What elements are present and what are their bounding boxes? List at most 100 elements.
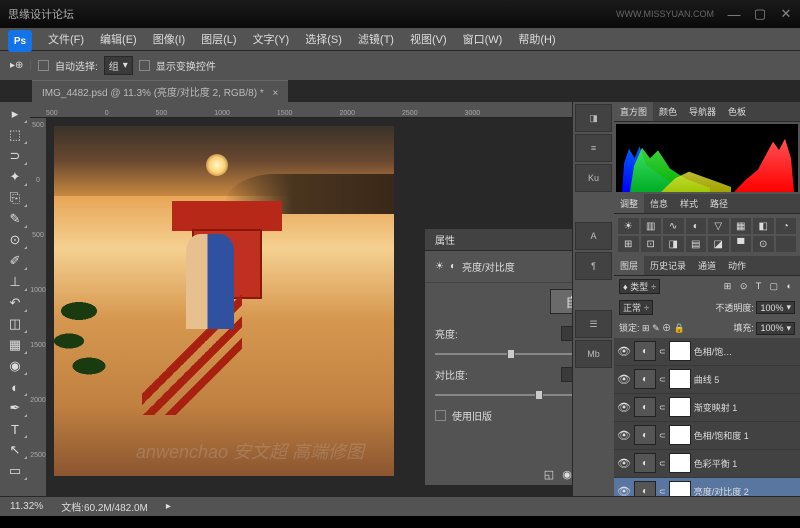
tab-color[interactable]: 颜色 [653,102,683,121]
marquee-tool[interactable]: ⬚ [2,125,28,145]
layer-row[interactable]: 👁◐⊂色相/饱… [614,338,800,366]
adj-poster-icon[interactable]: ▤ [686,236,707,252]
dock-btn-2[interactable]: ≡ [575,134,612,162]
adj-curves-icon[interactable]: ∿ [663,218,684,234]
clip-layer-icon[interactable]: ◱ [544,468,554,481]
contrast-field[interactable]: 21 [561,367,572,382]
dock-btn-4[interactable]: A [575,222,612,250]
layer-row[interactable]: 👁◐⊂渐变映射 1 [614,394,800,422]
brush-tool[interactable]: ✐ [2,251,28,271]
menu-view[interactable]: 视图(V) [402,31,455,47]
eraser-tool[interactable]: ◫ [2,314,28,334]
pen-tool[interactable]: ✒ [2,398,28,418]
move-tool[interactable]: ▸ [2,104,28,124]
fill-field[interactable]: 100%▾ [756,322,795,335]
adj-grad-icon[interactable]: ▀ [731,236,752,252]
dock-btn-5[interactable]: ¶ [575,252,612,280]
wand-tool[interactable]: ✦ [2,167,28,187]
dodge-tool[interactable]: ◐ [2,377,28,397]
move-tool-icon[interactable]: ▸⊕ [10,60,23,71]
tab-navigator[interactable]: 导航器 [683,102,722,121]
brightness-field[interactable]: -19 [561,326,572,341]
layer-row[interactable]: 👁◐⊂亮度/对比度 2 [614,478,800,497]
adj-thresh-icon[interactable]: ◪ [708,236,729,252]
layer-mask-thumb[interactable] [669,481,691,496]
opacity-field[interactable]: 100%▾ [756,301,795,314]
adj-levels-icon[interactable]: ▥ [641,218,662,234]
history-brush-tool[interactable]: ↶ [2,293,28,313]
menu-edit[interactable]: 编辑(E) [92,31,145,47]
dock-btn-6[interactable]: ☰ [575,310,612,338]
menu-filter[interactable]: 滤镜(T) [350,31,402,47]
visibility-icon[interactable]: 👁 [617,373,631,386]
menu-file[interactable]: 文件(F) [40,31,92,47]
type-tool[interactable]: T [2,419,28,439]
tab-adjustments[interactable]: 调整 [614,194,644,213]
legacy-checkbox[interactable] [435,410,446,421]
tab-layers[interactable]: 图层 [614,256,644,275]
image-view[interactable]: anwenchao 安文超 高端修图 属性▾≡ ☀◐亮度/对比度 自动 亮度:-… [46,118,572,496]
adj-photo-icon[interactable]: ◔ [776,218,797,234]
layer-mask-thumb[interactable] [669,397,691,417]
layer-mask-thumb[interactable] [669,369,691,389]
menu-window[interactable]: 窗口(W) [455,31,511,47]
layer-mask-thumb[interactable] [669,453,691,473]
dock-btn-1[interactable]: ◨ [575,104,612,132]
menu-select[interactable]: 选择(S) [297,31,350,47]
path-tool[interactable]: ↖ [2,440,28,460]
layer-filter-icons[interactable]: ⊞ ⊙ T ▢ ◐ [724,281,795,292]
adj-brightness-icon[interactable]: ☀ [618,218,639,234]
layer-thumb[interactable]: ◐ [634,397,656,417]
close-icon[interactable]: ✕ [780,8,792,20]
layer-thumb[interactable]: ◐ [634,341,656,361]
auto-select-dropdown[interactable]: 组▾ [104,56,133,75]
menu-type[interactable]: 文字(Y) [245,31,298,47]
auto-button[interactable]: 自动 [550,289,572,314]
visibility-icon[interactable]: 👁 [617,401,631,414]
layer-mask-thumb[interactable] [669,341,691,361]
adj-sel-icon[interactable]: ⊙ [753,236,774,252]
zoom-level[interactable]: 11.32% [10,501,43,512]
tab-channels[interactable]: 通道 [692,256,722,275]
doc-tab[interactable]: IMG_4482.psd @ 11.3% (亮度/对比度 2, RGB/8) *… [32,80,288,102]
adj-lookup-icon[interactable]: ⊡ [641,236,662,252]
tab-styles[interactable]: 样式 [674,194,704,213]
shape-tool[interactable]: ▭ [2,461,28,481]
blur-tool[interactable]: ◉ [2,356,28,376]
tab-paths[interactable]: 路径 [704,194,734,213]
maximize-icon[interactable]: ▢ [754,8,766,20]
stamp-tool[interactable]: ⊥ [2,272,28,292]
gradient-tool[interactable]: ▦ [2,335,28,355]
lasso-tool[interactable]: ⊃ [2,146,28,166]
tab-swatches[interactable]: 色板 [722,102,752,121]
tab-close-icon[interactable]: × [273,88,279,99]
visibility-icon[interactable]: 👁 [617,485,631,497]
menu-layer[interactable]: 图层(L) [193,31,244,47]
eyedropper-tool[interactable]: ✎ [2,209,28,229]
dock-btn-3[interactable]: Ku [575,164,612,192]
layer-thumb[interactable]: ◐ [634,453,656,473]
layer-row[interactable]: 👁◐⊂色相/饱和度 1 [614,422,800,450]
heal-tool[interactable]: ⊙ [2,230,28,250]
visibility-icon[interactable]: 👁 [617,429,631,442]
crop-tool[interactable]: ⎘ [2,188,28,208]
menu-help[interactable]: 帮助(H) [510,31,563,47]
tab-histogram[interactable]: 直方图 [614,102,653,121]
status-arrow-icon[interactable]: ▸ [166,501,171,512]
view-prev-icon[interactable]: ◉ [562,468,572,481]
minimize-icon[interactable]: — [728,8,740,20]
adj-exposure-icon[interactable]: ◐ [686,218,707,234]
layer-mask-thumb[interactable] [669,425,691,445]
layer-thumb[interactable]: ◐ [634,481,656,496]
layer-row[interactable]: 👁◐⊂色彩平衡 1 [614,450,800,478]
brightness-slider[interactable] [435,353,572,355]
dock-btn-7[interactable]: Mb [575,340,612,368]
visibility-icon[interactable]: 👁 [617,345,631,358]
tab-info[interactable]: 信息 [644,194,674,213]
auto-select-checkbox[interactable] [38,60,49,71]
layer-thumb[interactable]: ◐ [634,425,656,445]
tab-history[interactable]: 历史记录 [644,256,692,275]
blend-mode-dropdown[interactable]: 正常 ÷ [619,300,653,315]
contrast-slider[interactable] [435,394,572,396]
adj-vibrance-icon[interactable]: ▽ [708,218,729,234]
